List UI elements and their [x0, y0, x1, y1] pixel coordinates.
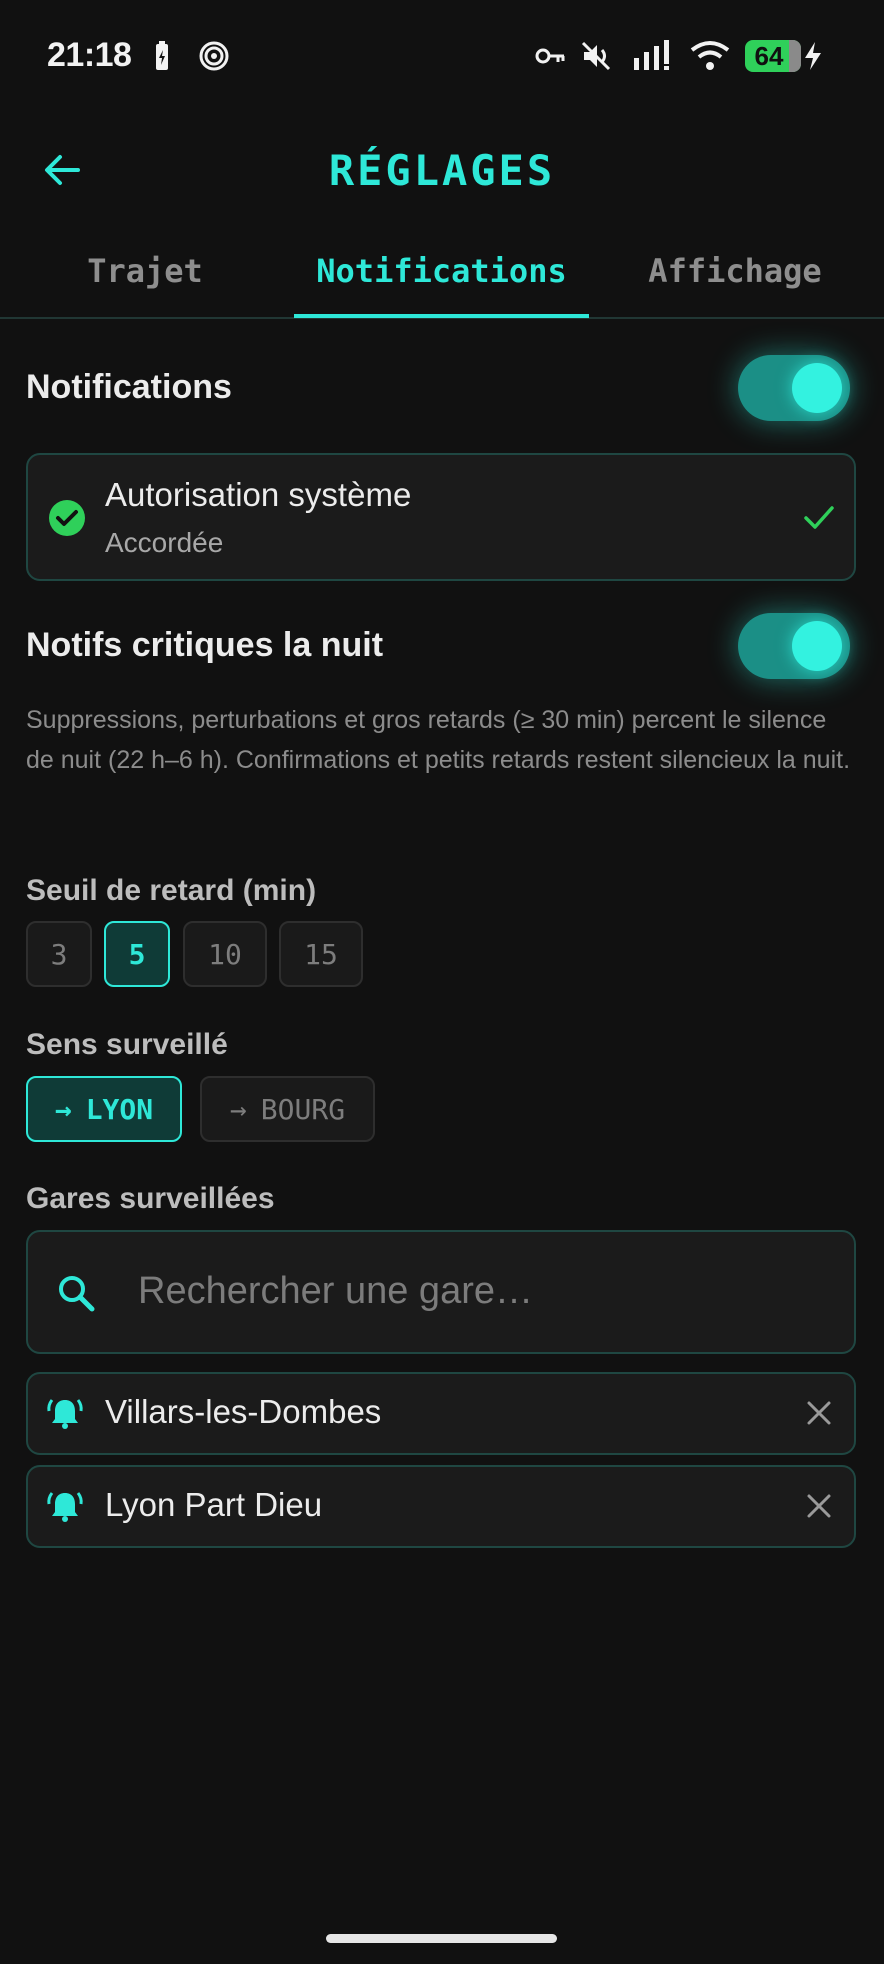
- wifi-icon: [690, 41, 730, 70]
- direction-chip-lyon[interactable]: → LYON: [26, 1076, 182, 1142]
- night-notifications-toggle[interactable]: [738, 613, 850, 679]
- direction-chip-bourg[interactable]: → BOURG: [200, 1076, 375, 1142]
- toggle-knob: [792, 363, 842, 413]
- battery-indicator: 64: [745, 40, 801, 72]
- signal-icon: [634, 40, 669, 70]
- charging-icon: [805, 42, 821, 70]
- status-time: 21:18: [47, 36, 132, 74]
- tab-notifications[interactable]: Notifications: [294, 252, 589, 290]
- night-notifications-label: Notifs critiques la nuit: [26, 626, 384, 664]
- check-icon: [804, 506, 834, 529]
- tab-trajet[interactable]: Trajet: [60, 252, 230, 290]
- permission-status: Accordée: [105, 527, 224, 558]
- check-circle-icon: [49, 500, 85, 536]
- search-icon: [59, 1276, 95, 1312]
- station-name: Lyon Part Dieu: [105, 1486, 323, 1523]
- search-placeholder: Rechercher une gare…: [138, 1270, 533, 1312]
- page-title: RÉGLAGES: [328, 146, 556, 195]
- threshold-chip-5[interactable]: 5: [104, 921, 170, 987]
- threshold-chip-3[interactable]: 3: [26, 921, 92, 987]
- arrow-right-icon: →: [229, 1092, 247, 1126]
- arrow-right-icon: →: [54, 1092, 72, 1126]
- alarm-bell-icon: [47, 1492, 83, 1522]
- direction-label: Sens surveillé: [26, 1028, 228, 1061]
- toggle-knob: [792, 621, 842, 671]
- notifications-toggle[interactable]: [738, 355, 850, 421]
- tab-affichage[interactable]: Affichage: [640, 252, 830, 290]
- permission-title: Autorisation système: [105, 476, 412, 513]
- threshold-chip-10[interactable]: 10: [183, 921, 267, 987]
- battery-saver-icon: [156, 41, 168, 70]
- activity-icon: [199, 41, 229, 71]
- vpn-key-icon: [535, 48, 565, 64]
- tab-active-indicator: [294, 314, 589, 318]
- alarm-bell-icon: [47, 1399, 83, 1429]
- night-description: Suppressions, perturbations et gros reta…: [26, 706, 851, 774]
- notifications-label: Notifications: [26, 368, 232, 406]
- mute-icon: [581, 41, 611, 71]
- close-icon[interactable]: [804, 1491, 834, 1521]
- threshold-label: Seuil de retard (min): [26, 874, 317, 907]
- threshold-chip-15[interactable]: 15: [279, 921, 363, 987]
- station-name: Villars-les-Dombes: [105, 1393, 382, 1430]
- permission-card: [26, 453, 856, 581]
- home-indicator[interactable]: [326, 1934, 557, 1943]
- close-icon[interactable]: [804, 1398, 834, 1428]
- stations-label: Gares surveillées: [26, 1182, 275, 1215]
